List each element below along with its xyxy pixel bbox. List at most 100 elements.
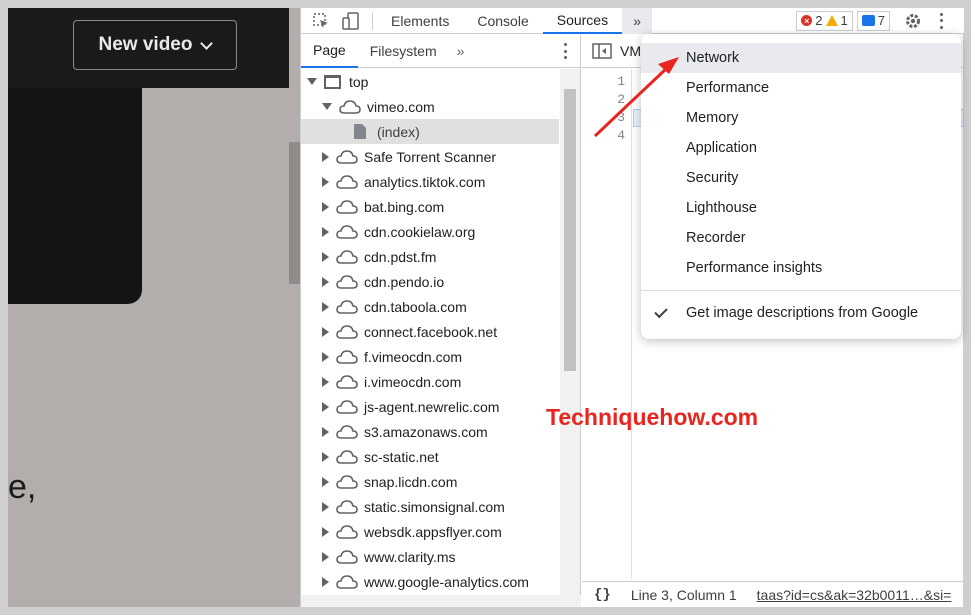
file-icon	[354, 124, 366, 139]
menu-item-performance-insights[interactable]: Performance insights	[641, 253, 961, 283]
cloud-icon	[336, 349, 358, 364]
menu-item-network[interactable]: Network	[641, 43, 961, 73]
tree-item-index[interactable]: (index)	[301, 119, 559, 144]
page-text-fragment: e,	[8, 468, 37, 506]
tree-item-label: www.clarity.ms	[364, 548, 456, 565]
tree-item-domain[interactable]: bat.bing.com	[301, 194, 559, 219]
new-video-button[interactable]: New video	[73, 20, 237, 70]
tree-item-domain[interactable]: static.simonsignal.com	[301, 494, 559, 519]
pretty-print-icon[interactable]: {}	[594, 587, 611, 603]
tree-item-label: s3.amazonaws.com	[364, 423, 488, 440]
menu-item-memory[interactable]: Memory	[641, 103, 961, 133]
tab-elements[interactable]: Elements	[377, 8, 463, 34]
error-icon: ×	[801, 15, 813, 26]
line-number: 3	[617, 110, 625, 125]
tree-scroll-thumb[interactable]	[564, 89, 576, 371]
chevron-down-icon	[200, 36, 214, 50]
tree-item-label: snap.licdn.com	[364, 473, 458, 490]
cloud-icon	[336, 474, 358, 489]
tree-item-label: (index)	[377, 123, 420, 140]
customize-menu-icon[interactable]	[940, 12, 944, 29]
tab-console[interactable]: Console	[463, 8, 542, 34]
file-tree: top vimeo.com (index) Safe Torrent Scann…	[301, 69, 559, 595]
error-count: 2	[815, 13, 823, 28]
tree-item-domain[interactable]: s3.amazonaws.com	[301, 419, 559, 444]
line-number: 2	[617, 92, 625, 107]
menu-item-image-descriptions[interactable]: Get image descriptions from Google	[641, 298, 961, 328]
tree-item-domain[interactable]: snap.licdn.com	[301, 469, 559, 494]
collapsed-arrow-icon	[322, 276, 329, 287]
more-tabs-button[interactable]: »	[622, 7, 653, 34]
navigator-menu-icon[interactable]	[564, 43, 568, 59]
tree-item-label: Safe Torrent Scanner	[364, 148, 497, 165]
tree-scrollbar[interactable]	[560, 69, 580, 595]
menu-item-performance[interactable]: Performance	[641, 73, 961, 103]
webpage-viewport: New video e,	[8, 8, 300, 607]
tree-item-domain[interactable]: vimeo.com	[301, 94, 559, 119]
collapsed-arrow-icon	[322, 376, 329, 387]
collapsed-arrow-icon	[322, 176, 329, 187]
cloud-icon	[336, 499, 358, 514]
tree-item-label: cdn.taboola.com	[364, 298, 467, 315]
navigator-more-button[interactable]: »	[449, 43, 473, 59]
tree-list: Safe Torrent Scanner analytics.tiktok.com…	[301, 144, 559, 594]
tree-item-domain[interactable]: www.clarity.ms	[301, 544, 559, 569]
messages-badge[interactable]: 7	[856, 10, 890, 31]
tree-item-label: js-agent.newrelic.com	[364, 398, 500, 415]
tree-item-label: websdk.appsflyer.com	[364, 523, 502, 540]
menu-item-security[interactable]: Security	[641, 163, 961, 193]
collapsed-arrow-icon	[322, 576, 329, 587]
editor-tab-vm[interactable]: VM	[620, 43, 641, 59]
tree-item-domain[interactable]: connect.facebook.net	[301, 319, 559, 344]
tree-item-label: top	[349, 73, 369, 90]
tree-item-domain[interactable]: js-agent.newrelic.com	[301, 394, 559, 419]
device-toolbar-icon[interactable]	[342, 11, 360, 30]
status-bar: {} Line 3, Column 1 taas?id=cs&ak=32b001…	[582, 581, 964, 607]
tree-item-label: sc-static.net	[364, 448, 439, 465]
tree-item-label: static.simonsignal.com	[364, 498, 505, 515]
tree-item-domain[interactable]: cdn.taboola.com	[301, 294, 559, 319]
frame-icon	[324, 74, 341, 89]
source-link[interactable]: taas?id=cs&ak=32b0011…&si=	[757, 587, 952, 603]
menu-item-application[interactable]: Application	[641, 133, 961, 163]
issues-badge[interactable]: × 2 1	[796, 10, 853, 31]
collapsed-arrow-icon	[322, 351, 329, 362]
inspect-element-icon[interactable]	[312, 12, 330, 30]
cloud-icon	[336, 449, 358, 464]
tree-item-domain[interactable]: f.vimeocdn.com	[301, 344, 559, 369]
collapsed-arrow-icon	[322, 426, 329, 437]
page-scrollbar[interactable]	[289, 8, 300, 607]
collapsed-arrow-icon	[322, 476, 329, 487]
page-scroll-thumb[interactable]	[289, 142, 300, 284]
tree-horizontal-scrollbar[interactable]	[301, 595, 581, 607]
tree-item-domain[interactable]: i.vimeocdn.com	[301, 369, 559, 394]
tab-sources[interactable]: Sources	[542, 7, 623, 34]
cloud-icon	[336, 199, 358, 214]
tree-item-domain[interactable]: sc-static.net	[301, 444, 559, 469]
tree-item-label: f.vimeocdn.com	[364, 348, 463, 365]
menu-item-lighthouse[interactable]: Lighthouse	[641, 193, 961, 223]
tree-item-domain[interactable]: analytics.tiktok.com	[301, 169, 559, 194]
tree-item-label: i.vimeocdn.com	[364, 373, 462, 390]
gear-icon[interactable]	[904, 12, 922, 30]
collapsed-arrow-icon	[322, 501, 329, 512]
tree-item-domain[interactable]: cdn.pdst.fm	[301, 244, 559, 269]
tree-item-domain[interactable]: www.google-analytics.com	[301, 569, 559, 594]
menu-item-recorder[interactable]: Recorder	[641, 223, 961, 253]
tree-item-domain[interactable]: cdn.pendo.io	[301, 269, 559, 294]
cloud-icon	[336, 399, 358, 414]
cloud-icon	[339, 99, 361, 114]
cloud-icon	[336, 549, 358, 564]
collapsed-arrow-icon	[322, 226, 329, 237]
tab-filesystem[interactable]: Filesystem	[358, 35, 449, 68]
tree-item-domain[interactable]: cdn.cookielaw.org	[301, 219, 559, 244]
tree-item-domain[interactable]: Safe Torrent Scanner	[301, 144, 559, 169]
line-number: 1	[617, 74, 625, 89]
collapsed-arrow-icon	[322, 326, 329, 337]
tab-page[interactable]: Page	[301, 35, 358, 68]
more-tools-menu: Network Performance Memory Application S…	[641, 34, 961, 339]
collapsed-arrow-icon	[322, 551, 329, 562]
tree-item-top[interactable]: top	[301, 69, 559, 94]
tree-item-domain[interactable]: websdk.appsflyer.com	[301, 519, 559, 544]
toggle-navigator-icon[interactable]	[592, 43, 612, 59]
